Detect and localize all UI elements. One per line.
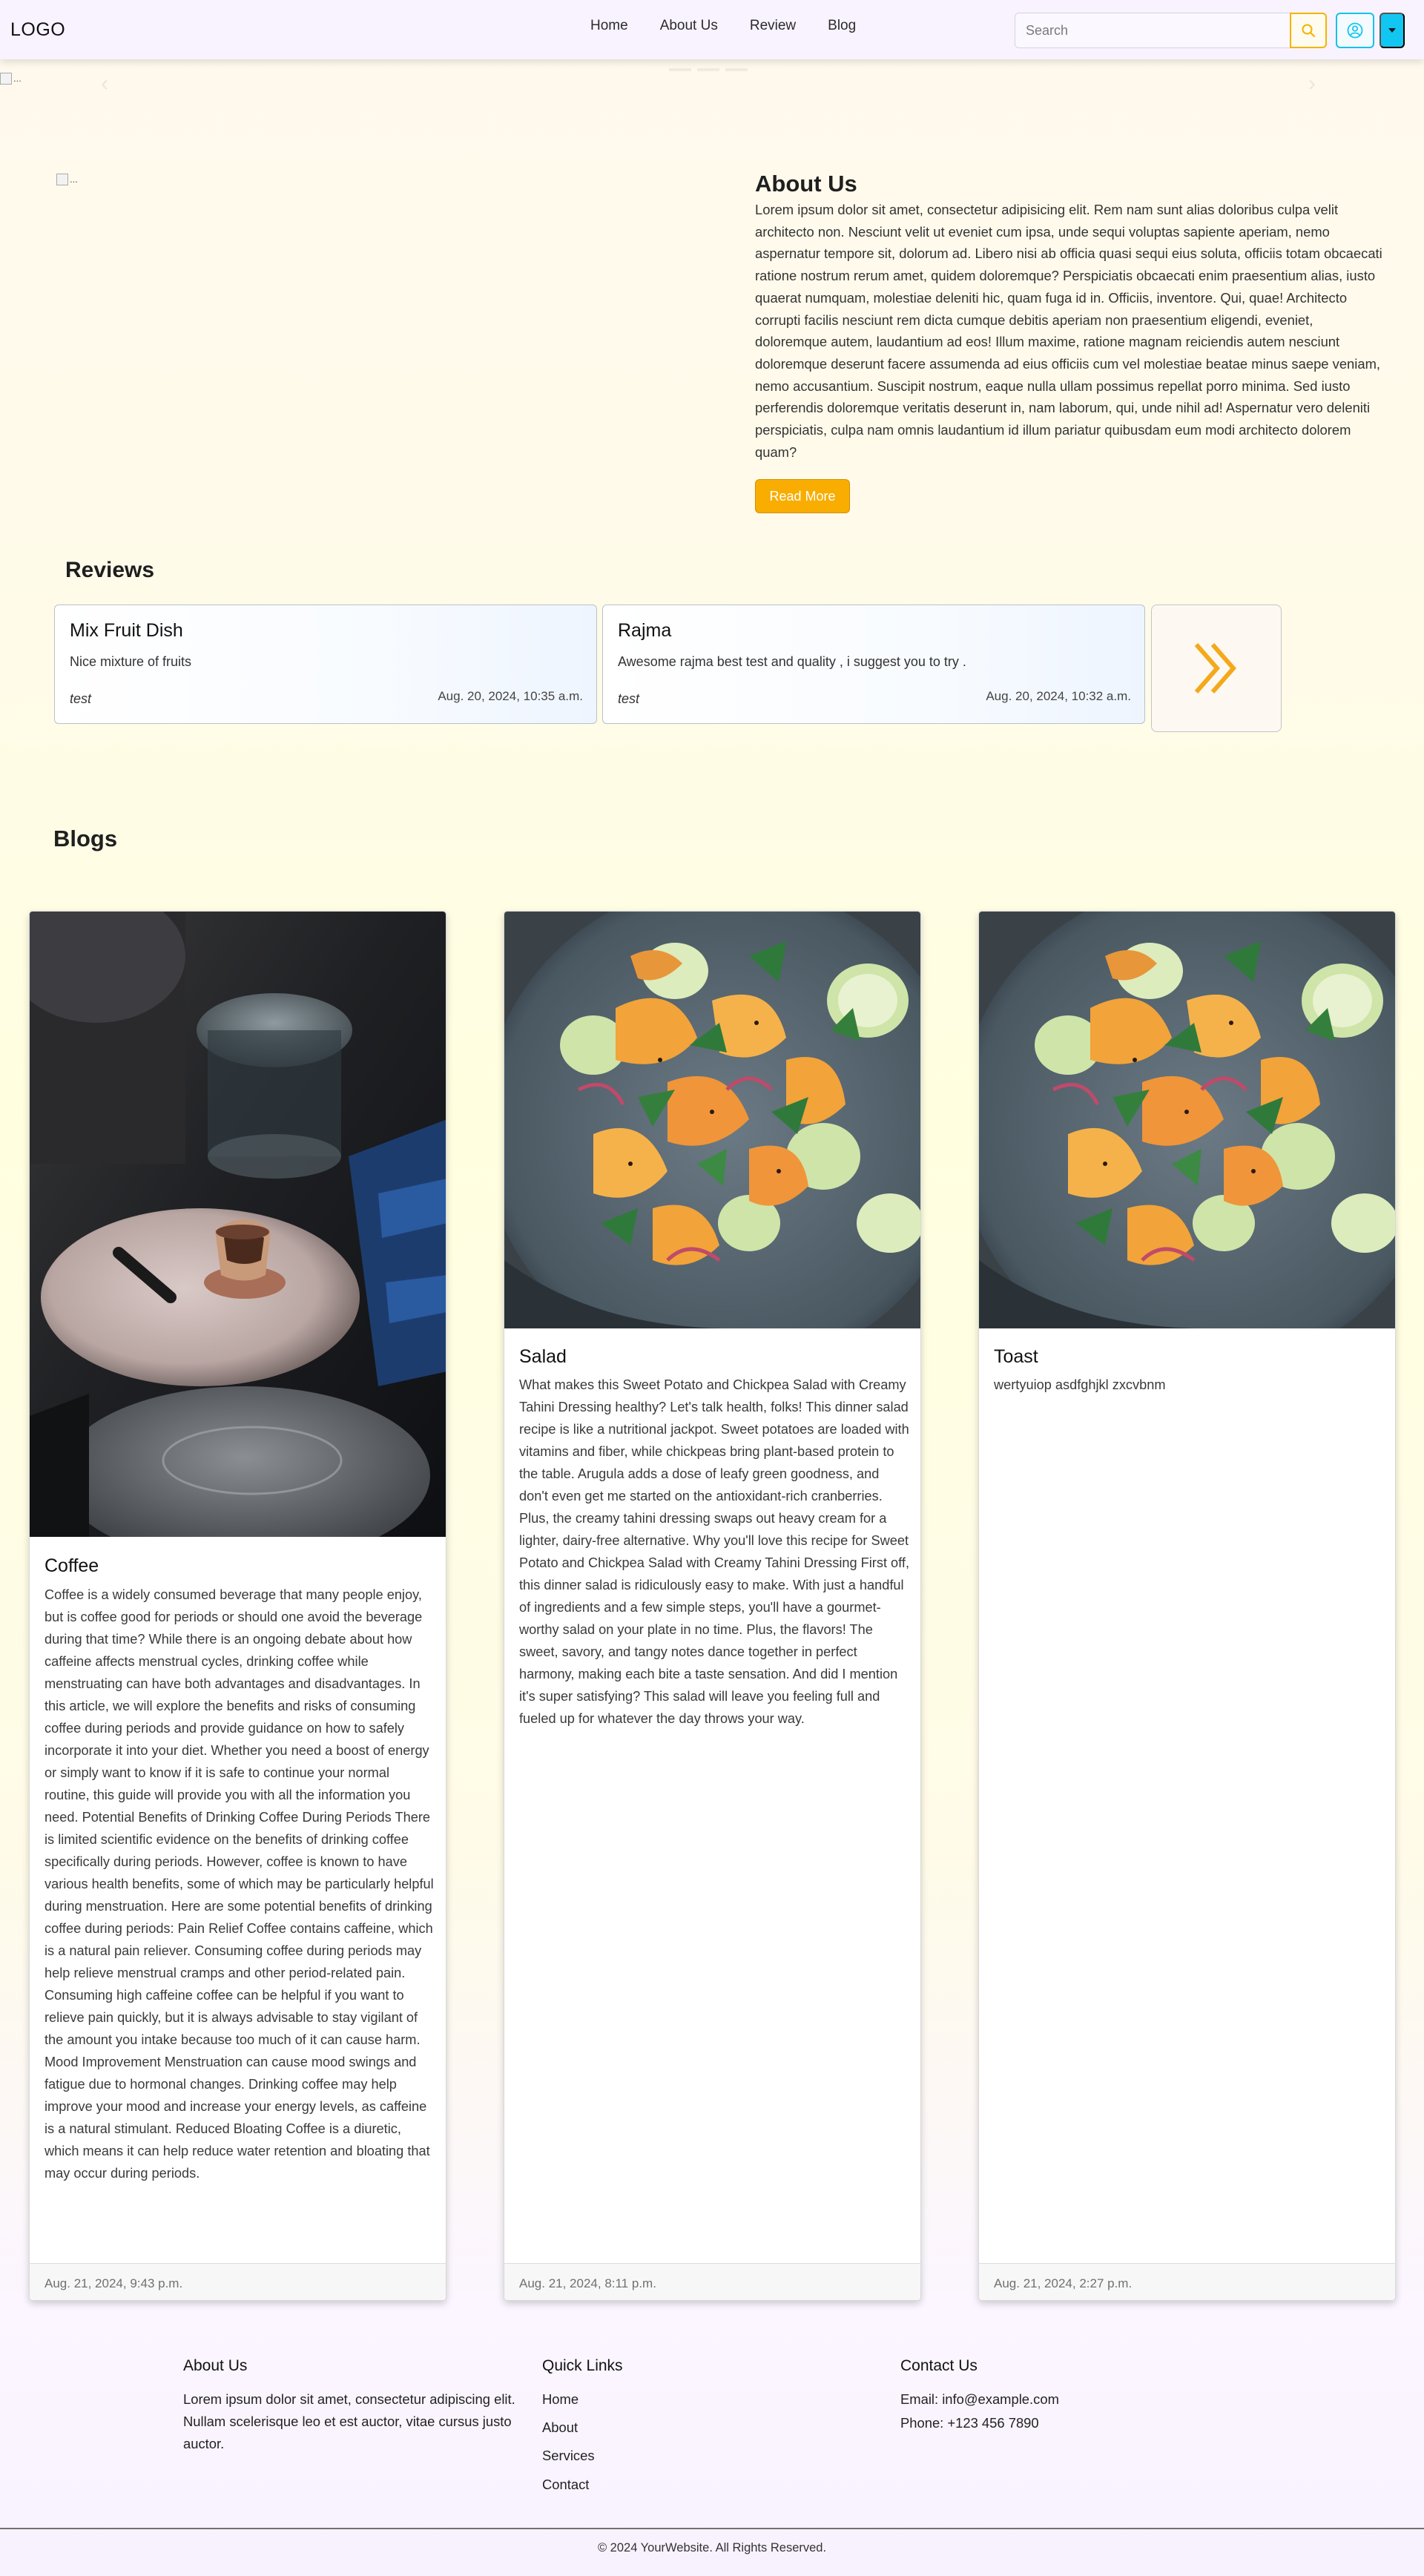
nav-link-home[interactable]: Home: [590, 18, 628, 34]
nav-links: Home About Us Review Blog: [590, 18, 856, 34]
salad-bowl-photo: [504, 912, 920, 1328]
blog-title[interactable]: Toast: [994, 1346, 1038, 1368]
blog-date: Aug. 21, 2024, 9:43 p.m.: [30, 2263, 446, 2300]
user-dropdown-toggle[interactable]: [1380, 13, 1405, 48]
carousel-indicator[interactable]: [697, 68, 719, 71]
search-icon: [1302, 24, 1316, 38]
reviews-title: Reviews: [65, 558, 155, 582]
carousel-next-button[interactable]: ›: [1308, 71, 1316, 96]
coffee-cup-photo: [30, 912, 446, 1537]
carousel-indicator[interactable]: [725, 68, 748, 71]
blog-text: Coffee is a widely consumed beverage tha…: [44, 1587, 434, 2181]
double-chevron-right-icon: [1194, 643, 1236, 694]
reviews-next-button[interactable]: [1151, 605, 1282, 732]
broken-image-icon: [56, 174, 68, 185]
about-image: ...: [56, 174, 78, 185]
review-dish-name: Mix Fruit Dish: [70, 620, 183, 641]
blog-card[interactable]: Toast wertyuiop asdfghjkl zxcvbnm Aug. 2…: [978, 911, 1396, 2301]
read-more-button[interactable]: Read More: [755, 479, 850, 513]
user-circle-icon: [1347, 22, 1363, 39]
user-account-button[interactable]: [1336, 13, 1374, 48]
carousel-indicators: [669, 68, 748, 71]
footer-email: Email: info@example.com: [900, 2391, 1059, 2407]
nav-link-review[interactable]: Review: [750, 18, 796, 34]
nav-link-about-us[interactable]: About Us: [660, 18, 718, 34]
blog-date: Aug. 21, 2024, 8:11 p.m.: [504, 2263, 920, 2300]
review-card[interactable]: Mix Fruit Dish Nice mixture of fruits te…: [54, 605, 597, 724]
footer-link-services[interactable]: Services: [542, 2448, 595, 2464]
blog-date: Aug. 21, 2024, 2:27 p.m.: [979, 2263, 1395, 2300]
caret-down-icon: [1388, 28, 1396, 33]
review-user: test: [70, 691, 92, 706]
review-text: Nice mixture of fruits: [70, 654, 192, 669]
logo[interactable]: LOGO: [10, 19, 65, 41]
footer-link-contact[interactable]: Contact: [542, 2477, 589, 2493]
review-card[interactable]: Rajma Awesome rajma best test and qualit…: [602, 605, 1145, 724]
carousel-indicator[interactable]: [669, 68, 691, 71]
footer-about-text: Lorem ipsum dolor sit amet, consectetur …: [183, 2391, 515, 2451]
carousel-prev-button[interactable]: ‹: [101, 71, 108, 96]
review-text: Awesome rajma best test and quality , i …: [618, 654, 966, 669]
carousel-image: ...: [0, 73, 22, 85]
review-dish-name: Rajma: [618, 620, 672, 641]
blog-title[interactable]: Coffee: [44, 1555, 99, 1577]
blog-card[interactable]: Coffee Coffee is a widely consumed bever…: [29, 911, 446, 2301]
footer-link-home[interactable]: Home: [542, 2391, 578, 2408]
blog-text: wertyuiop asdfghjkl zxcvbnm: [994, 1377, 1166, 1392]
broken-image-icon: [0, 73, 12, 85]
about-title: About Us: [755, 171, 857, 197]
navbar: LOGO Home About Us Review Blog: [0, 0, 1424, 59]
footer-divider: [0, 2528, 1424, 2529]
blog-card[interactable]: Salad What makes this Sweet Potato and C…: [504, 911, 921, 2301]
footer-link-about[interactable]: About: [542, 2419, 578, 2436]
search-form: [1015, 13, 1328, 48]
blogs-title: Blogs: [53, 826, 118, 851]
blog-text: What makes this Sweet Potato and Chickpe…: [519, 1377, 910, 1726]
about-text: Lorem ipsum dolor sit amet, consectetur …: [755, 202, 1382, 460]
salad-bowl-photo: [979, 912, 1395, 1328]
blog-title[interactable]: Salad: [519, 1346, 567, 1368]
review-date: Aug. 20, 2024, 10:32 a.m.: [986, 689, 1131, 703]
footer-contact-title: Contact Us: [900, 2357, 978, 2374]
search-input[interactable]: [1015, 13, 1290, 48]
footer-about-title: About Us: [183, 2357, 248, 2374]
review-user: test: [618, 691, 640, 706]
copyright: © 2024 YourWebsite. All Rights Reserved.: [597, 2541, 827, 2554]
footer-quick-links-title: Quick Links: [542, 2357, 623, 2374]
nav-link-blog[interactable]: Blog: [828, 18, 856, 34]
footer-phone: Phone: +123 456 7890: [900, 2415, 1039, 2431]
review-date: Aug. 20, 2024, 10:35 a.m.: [438, 689, 583, 703]
search-button[interactable]: [1290, 13, 1327, 48]
